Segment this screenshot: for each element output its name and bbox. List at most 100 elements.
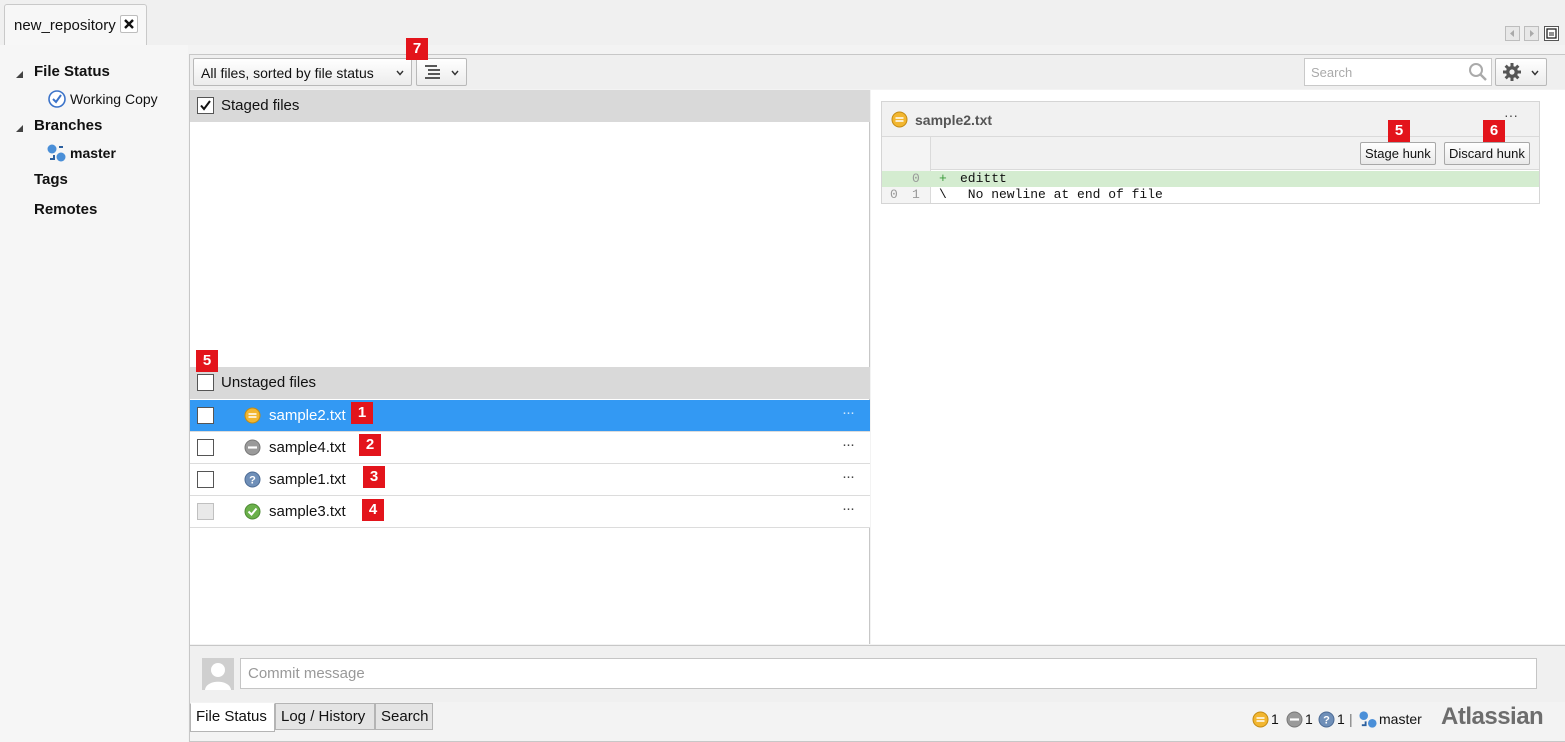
list-tree-icon: [425, 65, 440, 79]
removed-status-icon: [1286, 711, 1303, 728]
untracked-question-icon: ?: [244, 471, 261, 488]
view-mode-dropdown[interactable]: [416, 58, 467, 86]
file-filter-label: All files, sorted by file status: [201, 65, 374, 81]
staged-files-checkbox[interactable]: [197, 97, 214, 114]
diff-card: sample2.txt ··· Stage hunk Discard hunk …: [881, 101, 1540, 204]
removed-status-icon: [244, 439, 261, 456]
new-line-number: 1: [912, 187, 920, 202]
tab-strip: [0, 0, 1565, 45]
row-more-button[interactable]: ···: [842, 404, 855, 421]
row-more-button[interactable]: ···: [842, 500, 855, 517]
branch-icon: [1359, 711, 1377, 728]
diff-line-no-newline: 0 1 \ No newline at end of file: [882, 187, 1539, 203]
avatar: [202, 658, 234, 690]
chevron-down-icon: [396, 70, 404, 76]
checkmark-icon: [200, 100, 211, 111]
triangle-right-icon: [1530, 30, 1534, 37]
settings-dropdown[interactable]: [1495, 58, 1547, 86]
search-input[interactable]: [1305, 59, 1465, 85]
sidebar-item-tags[interactable]: Tags: [34, 171, 68, 188]
file-name: sample1.txt: [269, 471, 346, 488]
file-row-sample2[interactable]: sample2.txt ···: [190, 400, 870, 432]
hunk-header: Stage hunk Discard hunk: [882, 137, 1539, 170]
sidebar-item-remotes[interactable]: Remotes: [34, 201, 97, 218]
untracked-question-icon: ?: [1318, 711, 1335, 728]
file-name: sample4.txt: [269, 439, 346, 456]
file-checkbox[interactable]: [197, 471, 214, 488]
current-branch: master: [1379, 711, 1422, 727]
diff-code: No newline at end of file: [960, 187, 1163, 202]
discard-hunk-button[interactable]: Discard hunk: [1444, 142, 1530, 165]
tab-log-history[interactable]: Log / History: [275, 703, 375, 730]
staged-files-header: Staged files: [190, 90, 870, 122]
close-icon: [124, 19, 134, 29]
diff-file-name: sample2.txt: [915, 112, 993, 128]
annotation-badge: 1: [351, 402, 373, 424]
annotation-badge: 3: [363, 466, 385, 488]
annotation-badge: 5: [196, 350, 218, 372]
user-silhouette-icon: [205, 663, 231, 690]
modified-status-icon: [1252, 711, 1269, 728]
tab-search[interactable]: Search: [375, 703, 433, 730]
file-status-collapse-arrow[interactable]: [15, 66, 24, 82]
search-box[interactable]: [1304, 58, 1492, 86]
close-tab-button[interactable]: [120, 15, 138, 33]
sidebar-item-file-status[interactable]: File Status: [34, 63, 110, 80]
diff-file-header: sample2.txt ···: [882, 102, 1539, 137]
unstaged-files-header: Unstaged files: [190, 367, 870, 399]
sidebar-item-branches[interactable]: Branches: [34, 117, 102, 134]
file-name: sample3.txt: [269, 503, 346, 520]
diff-line-added: 0 + edittt: [882, 171, 1539, 187]
annotation-badge: 5: [1388, 120, 1410, 142]
file-row-sample3[interactable]: sample3.txt ···: [190, 496, 870, 528]
branches-collapse-arrow[interactable]: [15, 120, 24, 136]
branch-icon: [47, 144, 66, 162]
file-filter-dropdown[interactable]: All files, sorted by file status: [193, 58, 412, 86]
commit-message-input[interactable]: [240, 658, 1537, 689]
diff-marker: \: [939, 187, 947, 202]
tab-list-menu-button[interactable]: [1544, 26, 1559, 41]
svg-text:?: ?: [249, 475, 256, 487]
file-row-sample4[interactable]: sample4.txt ···: [190, 432, 870, 464]
annotation-badge: 7: [406, 38, 428, 60]
added-check-icon: [244, 503, 261, 520]
row-more-button[interactable]: ···: [842, 436, 855, 453]
diff-marker: +: [939, 171, 947, 186]
status-separator: |: [1349, 711, 1353, 727]
chevron-down-icon: [451, 70, 459, 76]
search-icon: [1469, 63, 1487, 81]
working-copy-check-icon: [48, 90, 66, 108]
old-line-number: 0: [890, 187, 898, 202]
annotation-badge: 4: [362, 499, 384, 521]
new-line-number: 0: [912, 171, 920, 186]
modified-count: 1: [1271, 711, 1279, 727]
tab-scroll-left-button[interactable]: [1505, 26, 1520, 41]
chevron-down-icon: [1531, 70, 1539, 76]
row-more-button[interactable]: ···: [842, 468, 855, 485]
diff-code: edittt: [960, 171, 1007, 186]
file-checkbox[interactable]: [197, 503, 214, 520]
file-checkbox[interactable]: [197, 439, 214, 456]
repository-tab[interactable]: new_repository: [4, 4, 147, 46]
repository-tab-title: new_repository: [14, 17, 116, 34]
file-checkbox[interactable]: [197, 407, 214, 424]
file-list-panel: Staged files Unstaged files sample2.txt …: [190, 90, 870, 644]
tab-file-status[interactable]: File Status: [190, 703, 275, 732]
gear-icon: [1503, 63, 1521, 81]
branch-master-label: master: [70, 145, 116, 161]
tab-scroll-right-button[interactable]: [1524, 26, 1539, 41]
file-row-sample1[interactable]: ? sample1.txt ···: [190, 464, 870, 496]
modified-status-icon: [891, 111, 908, 128]
modified-status-icon: [244, 407, 261, 424]
stage-hunk-button[interactable]: Stage hunk: [1360, 142, 1436, 165]
unstaged-files-checkbox[interactable]: [197, 374, 214, 391]
window-list-icon: [1546, 28, 1557, 39]
sidebar: File Status Working Copy Branches master…: [0, 45, 188, 742]
removed-count: 1: [1305, 711, 1313, 727]
tree-expanded-icon: [16, 71, 23, 78]
annotation-badge: 2: [359, 434, 381, 456]
atlassian-logo: Atlassian: [1441, 703, 1544, 730]
diff-more-button[interactable]: ···: [1504, 107, 1518, 123]
working-copy-label: Working Copy: [70, 91, 158, 107]
svg-text:?: ?: [1323, 715, 1330, 727]
